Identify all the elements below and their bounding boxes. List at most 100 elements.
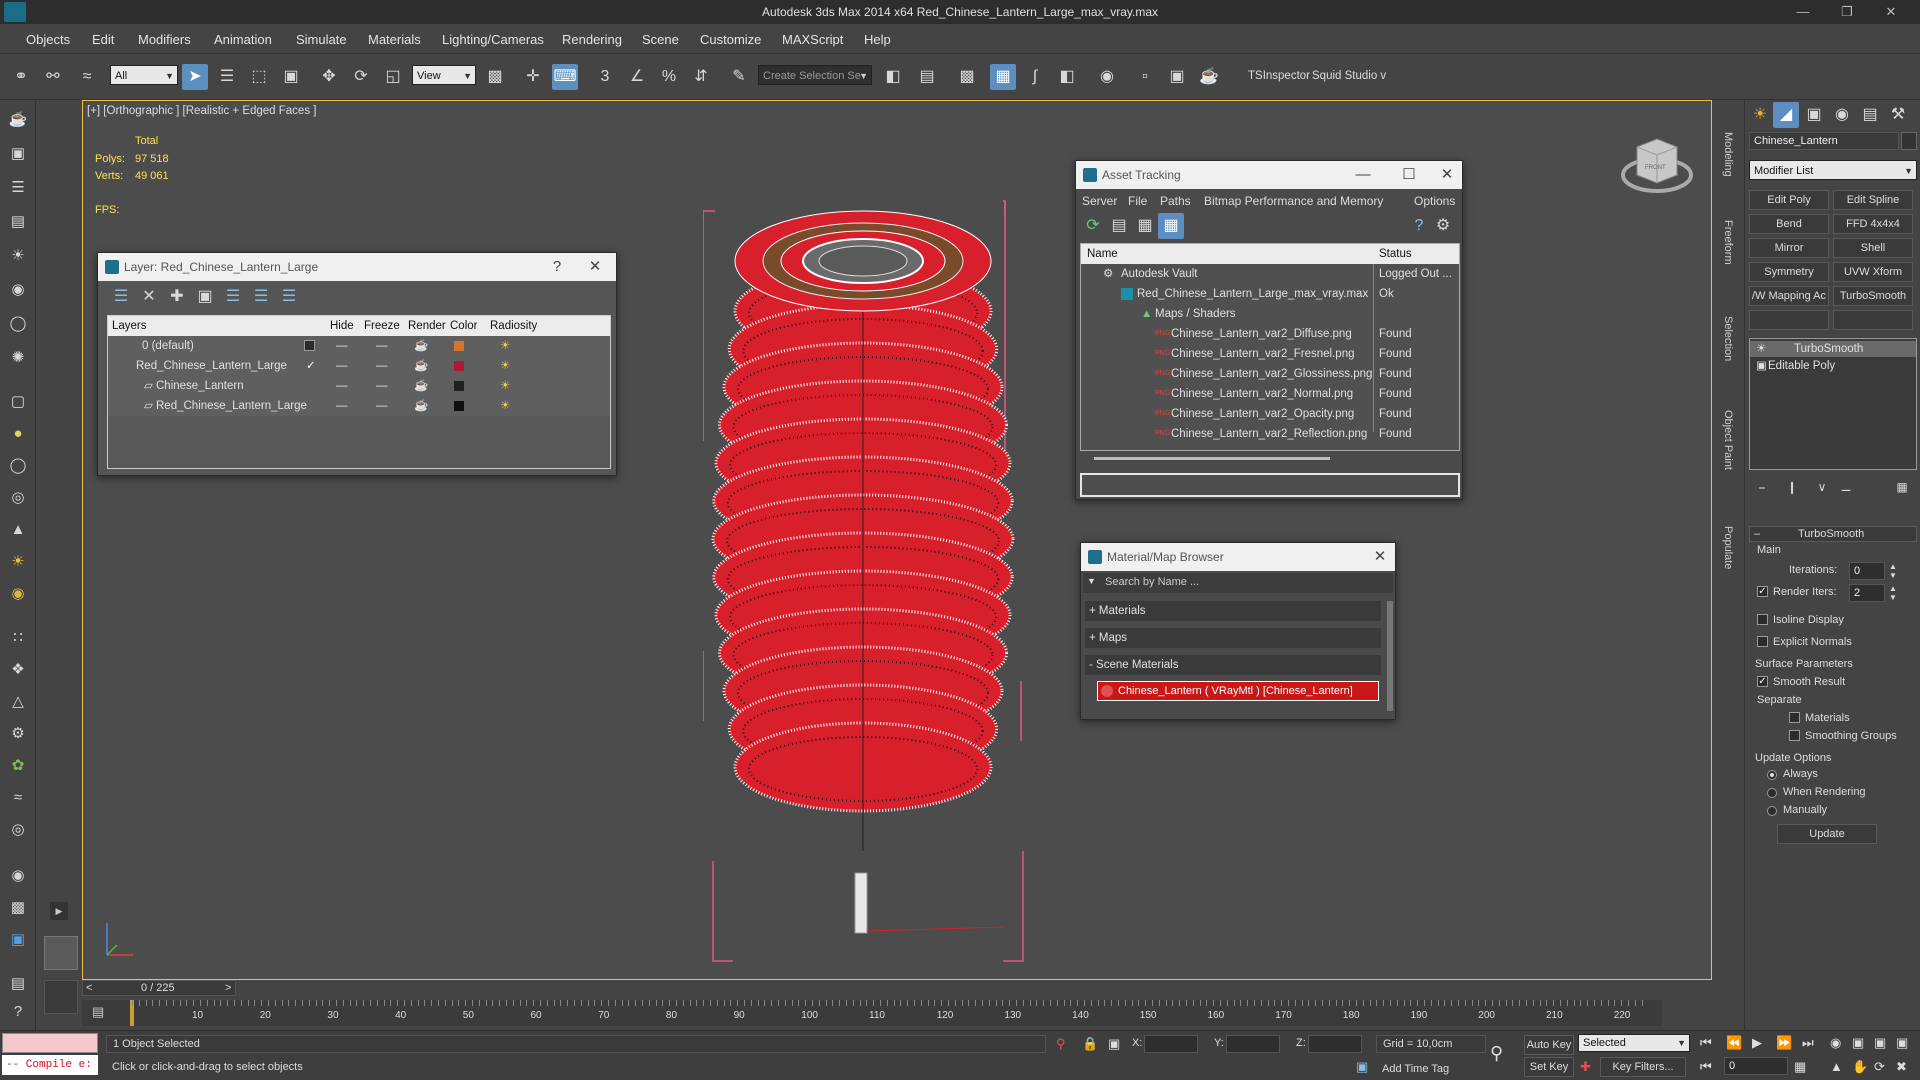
maxscript-compile-field[interactable]: -- Compile e: [2,1055,98,1075]
foliage-icon[interactable]: ✿ [6,754,30,778]
refresh-icon[interactable]: ⟳ [1080,213,1106,239]
edit-spline-button[interactable]: Edit Spline [1833,190,1913,210]
x-coordinate-field[interactable] [1144,1035,1198,1053]
table-view-icon[interactable]: ▦ [1158,213,1184,239]
menu-edit[interactable]: Edit [92,32,114,47]
layer-color-swatch[interactable] [454,361,464,371]
asset-row[interactable]: Red_Chinese_Lantern_Large_max_vray.max O… [1081,284,1459,304]
render-teapot-icon[interactable]: ☕ [414,356,428,376]
layer-color-swatch[interactable] [454,341,464,351]
col-name[interactable]: Name [1087,244,1118,264]
always-radio[interactable] [1767,770,1777,780]
menu-server[interactable]: Server [1082,194,1117,208]
layer-color-swatch[interactable] [454,381,464,391]
expand-plus-icon[interactable]: ▣ [1756,358,1767,374]
schematic-view-icon[interactable]: ◧ [1054,64,1080,90]
close-icon[interactable]: ✕ [1365,543,1395,571]
reference-coordinate-dropdown[interactable]: View ▼ [412,65,476,85]
search-bar[interactable]: ▼ Search by Name ... [1083,573,1393,593]
layer-row[interactable]: 0 (default) — — ☕ ☀ [108,336,610,356]
asset-path-field[interactable] [1080,473,1460,497]
material-browser-titlebar[interactable]: Material/Map Browser ✕ [1081,543,1395,571]
render-teapot-icon[interactable]: ☕ [414,336,428,356]
create-layer-icon[interactable]: ☰ [108,284,134,310]
expand-arrow-icon[interactable]: ▶ [50,902,68,920]
layer-dialog-titlebar[interactable]: Layer: Red_Chinese_Lantern_Large ? ✕ [98,253,616,281]
col-layers[interactable]: Layers [112,316,147,336]
asset-row[interactable]: PNG Chinese_Lantern_var2_Opacity.png Fou… [1081,404,1459,424]
add-to-layer-icon[interactable]: ✚ [164,284,190,310]
key-filters-button[interactable]: Key Filters... [1600,1057,1686,1077]
edit-poly-button[interactable]: Edit Poly [1749,190,1829,210]
asset-tracking-dialog[interactable]: Asset Tracking — ☐ ✕ Server File Paths B… [1075,160,1463,500]
maximize-viewport-icon[interactable]: ✖ [1896,1059,1907,1075]
manually-radio[interactable] [1767,806,1777,816]
empty-button[interactable] [1749,310,1829,330]
vertical-scrollbar[interactable] [1387,601,1393,711]
go-to-end-icon[interactable]: ⏭ [1802,1035,1814,1051]
ffd-button[interactable]: FFD 4x4x4 [1833,214,1913,234]
highlight-layer-icon[interactable]: ☰ [220,284,246,310]
single-viewport-button[interactable] [44,936,78,970]
scene-explorer-icon[interactable]: ☰ [6,176,30,200]
tab-populate[interactable]: Populate [1722,526,1734,569]
menu-help[interactable]: Help [864,32,891,47]
show-end-result-icon[interactable]: ❙ [1779,474,1805,500]
viewcube[interactable]: FRONT [1619,129,1695,199]
rollout-header[interactable]: – TurboSmooth [1749,526,1917,542]
hide-dash[interactable]: — [336,336,348,356]
asset-row[interactable]: PNG Chinese_Lantern_var2_Diffuse.png Fou… [1081,324,1459,344]
collapse-icon[interactable]: – [1754,528,1760,540]
selection-set-dropdown[interactable]: Selected ▼ [1578,1034,1690,1052]
hair-icon[interactable]: ≈ [6,786,30,810]
absolute-mode-icon[interactable]: ▣ [1108,1036,1120,1052]
horizontal-scrollbar[interactable] [1094,457,1330,460]
freeze-all-icon[interactable]: ☰ [276,284,302,310]
hierarchy-tab-icon[interactable]: ▣ [1801,102,1827,128]
active-check-icon[interactable]: ✓ [306,356,316,376]
cone-icon[interactable]: ▲ [6,518,30,542]
radiosity-icon[interactable]: ☀ [500,376,510,396]
lightbulb-icon[interactable]: ◎ [6,818,30,842]
empty-button[interactable] [1833,310,1913,330]
pivot-center-icon[interactable]: ▩ [482,64,508,90]
maximize-icon[interactable]: ☐ [1394,161,1424,189]
geosphere-icon[interactable]: ◉ [6,582,30,606]
restore-icon[interactable]: ❐ [1826,0,1868,24]
separate-materials-checkbox[interactable] [1789,712,1800,723]
remove-modifier-icon[interactable]: ⚊ [1833,474,1859,500]
spacewarp-icon[interactable]: ✺ [6,346,30,370]
menu-rendering[interactable]: Rendering [562,32,622,47]
field-of-view-icon[interactable]: ▲ [1830,1059,1843,1074]
minimize-icon[interactable]: — [1782,0,1824,24]
asset-row[interactable]: PNG Chinese_Lantern_var2_Normal.png Foun… [1081,384,1459,404]
orbit-icon[interactable]: ⟳ [1874,1059,1885,1075]
col-radiosity[interactable]: Radiosity [490,316,537,336]
select-object-icon[interactable]: ➤ [182,64,208,90]
zoom-all-icon[interactable]: ▣ [1852,1035,1864,1051]
menu-maxscript[interactable]: MAXScript [782,32,843,47]
named-selection-dropdown[interactable]: Create Selection Se ▼ [758,65,872,85]
teapot-icon[interactable]: ☕ [6,108,30,132]
group-scene-materials[interactable]: - Scene Materials [1085,655,1381,675]
pan-icon[interactable]: ✋ [1852,1059,1868,1075]
group-maps[interactable]: + Maps [1085,628,1381,648]
menu-bitmap-performance[interactable]: Bitmap Performance and Memory [1204,194,1383,208]
vault-icon[interactable]: ⚙ [1430,213,1456,239]
viewport-label[interactable]: [+] [Orthographic ] [Realistic + Edged F… [87,105,316,117]
set-key-button[interactable]: Set Key [1524,1057,1574,1077]
sphere-icon[interactable]: ● [6,422,30,446]
keyboard-shortcut-override-icon[interactable]: ⌨ [552,64,578,90]
asset-row[interactable]: ▲ Maps / Shaders [1081,304,1459,324]
rendered-frame-window-icon[interactable]: ▣ [1164,64,1190,90]
add-time-tag-icon[interactable]: ▣ [1356,1059,1368,1075]
col-status[interactable]: Status [1379,244,1412,264]
menu-materials[interactable]: Materials [368,32,421,47]
freeze-dash[interactable]: — [376,376,388,396]
menu-modifiers[interactable]: Modifiers [138,32,191,47]
set-keys-icon[interactable]: ⚲ [1490,1043,1503,1064]
col-render[interactable]: Render [408,316,446,336]
film-icon[interactable]: ▤ [6,210,30,234]
move-icon[interactable]: ✥ [316,64,342,90]
lightbulb-icon[interactable]: ☀ [1756,341,1766,357]
